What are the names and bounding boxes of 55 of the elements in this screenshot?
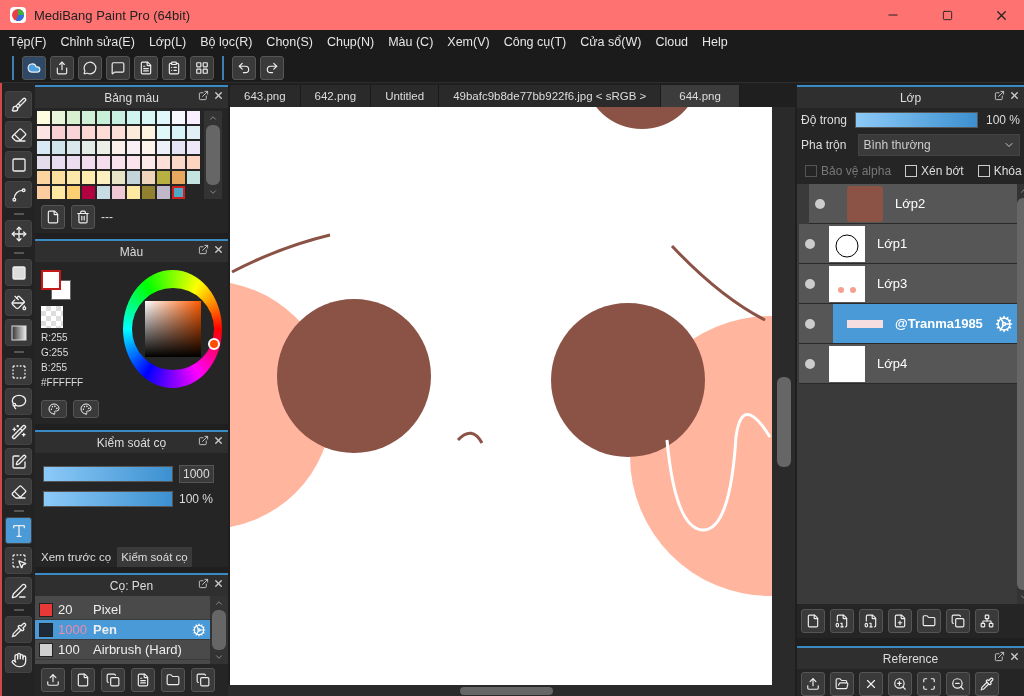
panel-title: Lớp — [899, 90, 922, 105]
layer-name: Lớp4 — [877, 356, 909, 371]
menu-item[interactable]: Chỉnh sửa(E) — [53, 34, 142, 49]
menu-item[interactable]: Công cụ(T) — [496, 34, 574, 49]
layer-row[interactable]: Lớp4 — [799, 344, 1017, 384]
checkbox-label: Khóa — [993, 164, 1022, 178]
layer-row[interactable]: Lớp1 — [799, 224, 1017, 264]
blend-label: Pha trộn — [801, 138, 847, 152]
document-tab[interactable]: 644.png — [661, 85, 740, 107]
opacity-label: Độ trong — [801, 113, 848, 127]
panel-title: Màu — [119, 244, 144, 259]
hex-value: #FFFFFF — [41, 377, 85, 388]
brush-size: 100 — [58, 642, 81, 657]
layer-name: Lớp2 — [895, 196, 927, 211]
brush-opacity-value: 100 % — [179, 492, 214, 506]
blend-mode-dropdown[interactable]: Bình thường — [858, 134, 1020, 156]
panel-tab[interactable]: Kiểm soát cọ — [117, 547, 192, 567]
document-tab[interactable]: 642.png — [300, 85, 372, 107]
brush-size: 20 — [58, 602, 74, 617]
document-tab[interactable]: 49bafc9b8de77bb922f6.jpg < sRGB > — [439, 85, 662, 107]
brush-name: Pen — [93, 622, 118, 637]
menu-item[interactable]: Cửa sổ(W) — [573, 34, 649, 49]
panel-title: Reference — [882, 651, 939, 666]
menu-item[interactable]: Lớp(L) — [141, 34, 194, 49]
panel-title: Cọ: Pen — [109, 578, 154, 593]
panel-title: Bảng màu — [104, 90, 159, 105]
menu-item[interactable]: Bộ lọc(R) — [193, 34, 260, 49]
layer-name: @Tranma1985 — [895, 316, 983, 331]
document-tab[interactable]: 643.png — [230, 85, 301, 107]
window-title: MediBang Paint Pro (64bit) — [34, 7, 192, 23]
menu-item[interactable]: Help — [695, 34, 735, 49]
checkbox-label: Xén bớt — [921, 164, 964, 178]
channel-value: G:255 — [41, 347, 70, 358]
channel-value: B:255 — [41, 362, 69, 373]
layer-name: Lớp3 — [877, 276, 909, 291]
brush-name: Pixel — [93, 602, 123, 617]
palette-name: --- — [101, 210, 113, 224]
checkbox-label: Bảo vệ alpha — [821, 164, 892, 178]
channel-value: R:255 — [41, 332, 69, 343]
menu-item[interactable]: Xem(V) — [440, 34, 497, 49]
brush-size-field[interactable]: 1000 — [179, 465, 214, 483]
menu-item[interactable]: Tệp(F) — [2, 34, 54, 49]
layer-row[interactable]: Lớp3 — [799, 264, 1017, 304]
layer-name: Lớp1 — [877, 236, 909, 251]
brush-size: 1000 — [58, 622, 88, 637]
layer-row[interactable]: Lớp2 — [809, 184, 1017, 224]
document-tab[interactable]: Untitled — [371, 85, 440, 107]
brush-name: Airbrush (Hard) — [93, 642, 183, 657]
menu-item[interactable]: Màu (C) — [381, 34, 441, 49]
panel-title: Kiểm soát cọ — [96, 435, 167, 450]
brush-item[interactable]: 100 Airbrush (Hard) — [35, 640, 210, 660]
menu-item[interactable]: Chụp(N) — [319, 34, 382, 49]
menu-item[interactable]: Cloud — [648, 34, 696, 49]
menu-item[interactable]: Chọn(S) — [259, 34, 320, 49]
opacity-value: 100 % — [985, 113, 1020, 127]
